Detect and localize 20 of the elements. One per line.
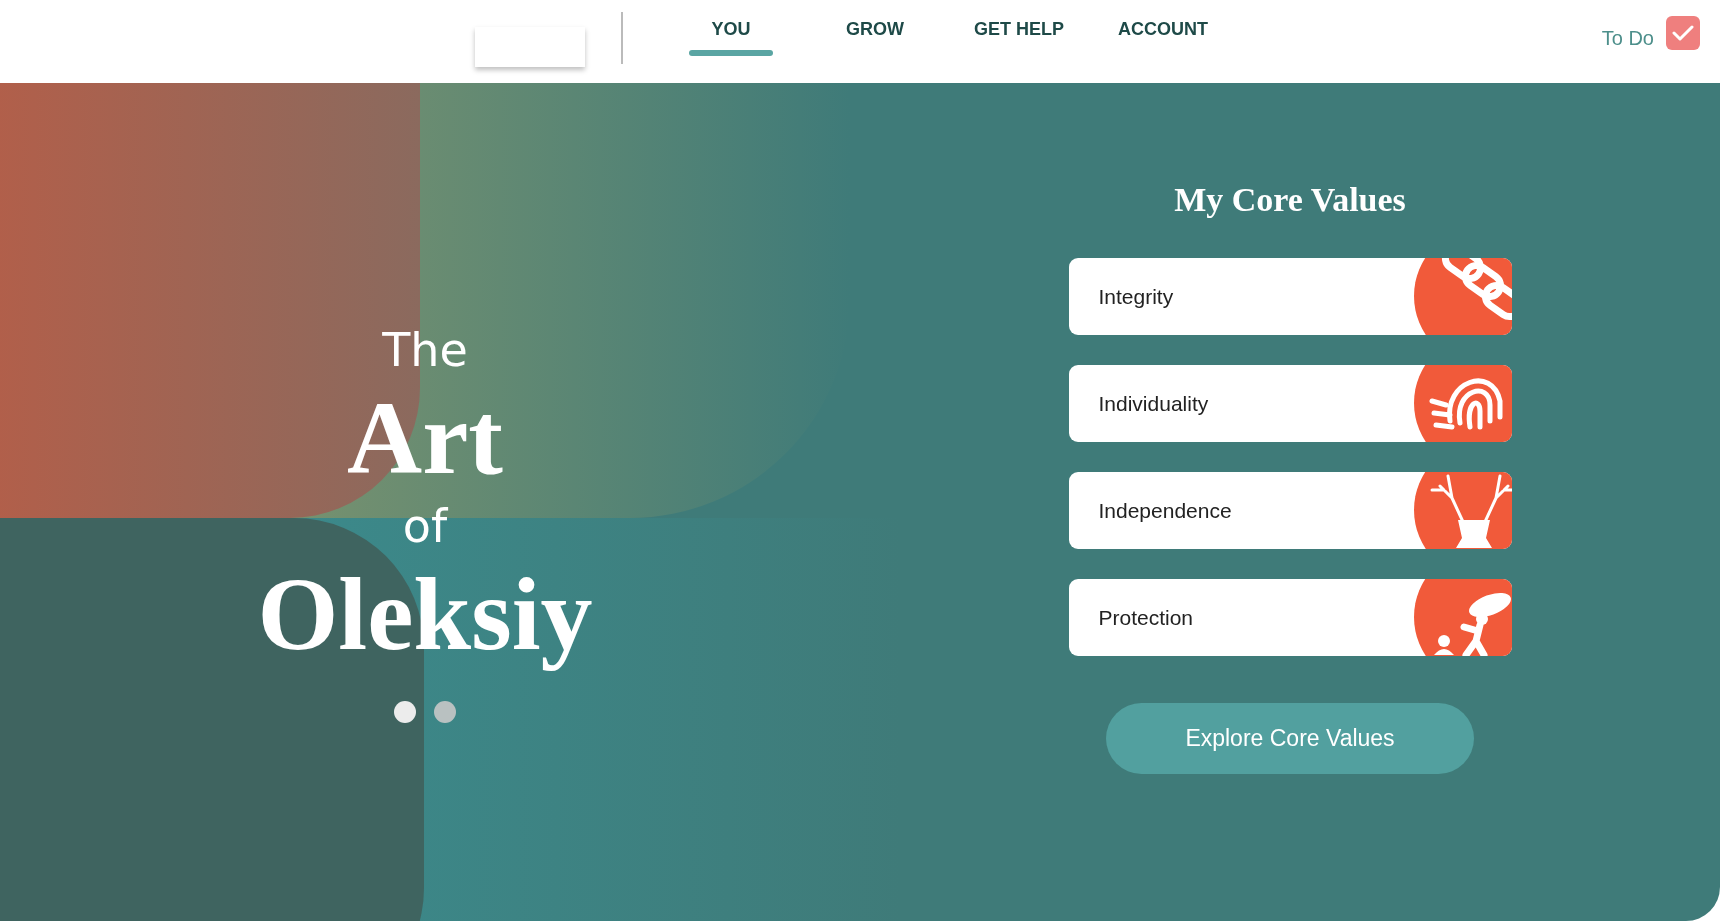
value-label: Individuality (1097, 391, 1209, 416)
hero-title-line: of (402, 499, 448, 553)
todo-label[interactable]: To Do (1601, 16, 1654, 50)
value-label: Protection (1097, 605, 1194, 630)
hero-title-line: Art (347, 379, 503, 497)
checkmark-icon (1672, 24, 1694, 42)
value-label: Independence (1097, 498, 1232, 523)
value-card[interactable]: Independence (1068, 472, 1512, 549)
nav-tab[interactable]: ACCOUNT (1091, 0, 1235, 56)
hero-title-line: Oleksiy (257, 555, 593, 673)
nav-tab[interactable]: GET HELP (947, 0, 1091, 56)
value-label: Integrity (1097, 284, 1174, 309)
value-card[interactable]: Individuality (1068, 365, 1512, 442)
nav-tab[interactable]: YOU (659, 0, 803, 56)
value-card[interactable]: Integrity (1068, 258, 1512, 335)
todo-checkbox[interactable] (1666, 16, 1700, 50)
section-heading: My Core Values (1174, 181, 1406, 219)
nav-tab[interactable]: GROW (803, 0, 947, 56)
hero-title-line: The (382, 323, 468, 377)
value-card[interactable]: Protection (1068, 579, 1512, 656)
